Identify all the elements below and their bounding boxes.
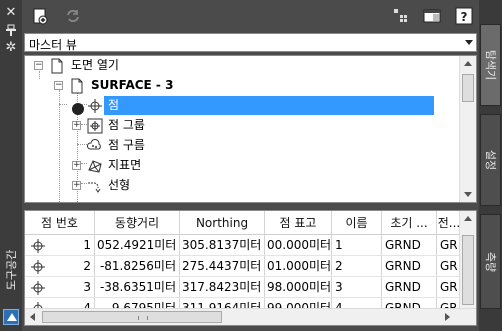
collapse-icon[interactable]: −	[54, 81, 63, 90]
column-header-northing[interactable]: Northing	[180, 211, 265, 234]
column-header-full-description[interactable]: 전...	[437, 211, 461, 234]
table-row[interactable]: 3 -38.6351미터 317.8423미터 98.000미터 3 GRND …	[25, 277, 461, 298]
table-row[interactable]: 1 052.4921미터 305.8137미터 00.000미터 1 GRND …	[25, 235, 461, 256]
tree-node-label: 점 구름	[108, 138, 145, 152]
scroll-left-icon[interactable]	[30, 313, 35, 321]
cell-easting: 052.4921미터	[95, 235, 180, 255]
drawing-icon	[69, 78, 85, 94]
surface-icon	[87, 158, 103, 174]
tree-node-point-clouds[interactable]: 점 구름	[25, 136, 445, 155]
tree-node-alignments[interactable]: + 선형	[25, 176, 445, 195]
view-select-value: 마스터 뷰	[29, 38, 77, 52]
prospector-panel: ? 마스터 뷰 − 도면 열기 − SURFACE - 3 점 + 점 그룹 점…	[22, 0, 479, 331]
cell-name: 3	[332, 277, 382, 297]
collapse-icon[interactable]: −	[34, 61, 43, 70]
point-icon	[30, 280, 46, 296]
refresh-icon[interactable]	[64, 7, 82, 25]
scroll-up-icon[interactable]	[464, 216, 472, 221]
auto-hide-icon[interactable]	[3, 22, 19, 38]
new-item-icon[interactable]	[31, 7, 49, 25]
tree-node-label: 지표면	[108, 158, 142, 172]
cell-elevation: 01.000미터	[265, 256, 332, 276]
view-select[interactable]: 마스터 뷰	[24, 33, 477, 52]
grip-icon	[138, 316, 148, 320]
tab-prospector[interactable]: 탐색기	[480, 24, 501, 106]
grid-header: 점 번호 동향거리 Northing 점 표고 이름 초기 ... 전...	[25, 211, 461, 235]
scroll-thumb[interactable]	[462, 235, 474, 305]
column-header-raw-description[interactable]: 초기 ...	[382, 211, 437, 234]
cell-full-description: GR	[440, 259, 458, 273]
palette-tabs: 탐색기 설정 측량	[479, 0, 502, 331]
expand-icon[interactable]: +	[72, 161, 81, 170]
tree-node-label: 도면 열기	[71, 58, 119, 72]
point-icon	[30, 259, 46, 275]
preview-toggle-icon[interactable]	[392, 7, 410, 25]
chevron-down-icon[interactable]	[465, 40, 473, 45]
tree-vertical-scrollbar[interactable]	[459, 56, 476, 202]
close-icon[interactable]: ✕	[3, 5, 19, 21]
expand-icon[interactable]: +	[72, 121, 81, 130]
points-list-view: 점 번호 동향거리 Northing 점 표고 이름 초기 ... 전... 1…	[24, 210, 477, 326]
tree-node-surfaces[interactable]: + 지표면	[25, 156, 445, 175]
cell-northing: 305.8137미터	[180, 235, 265, 255]
grid-horizontal-scrollbar[interactable]	[25, 308, 476, 325]
tree-node-label: 점	[104, 96, 124, 115]
drawings-icon	[49, 58, 65, 74]
item-view-icon[interactable]	[423, 7, 441, 25]
point-icon	[87, 98, 103, 114]
tab-survey[interactable]: 측량	[480, 214, 501, 309]
scroll-down-icon[interactable]	[464, 192, 472, 197]
cell-elevation: 98.000미터	[265, 277, 332, 297]
cell-easting: -38.6351미터	[95, 277, 180, 297]
cell-full-description: GR	[440, 280, 458, 294]
cell-full-description: GR	[440, 238, 458, 252]
help-icon[interactable]: ?	[455, 7, 473, 25]
cell-raw-description: GRND	[382, 256, 437, 276]
cell-northing: 317.8423미터	[180, 277, 265, 297]
table-row[interactable]: 2 -81.8256미터 275.4437미터 01.000미터 2 GRND …	[25, 256, 461, 277]
scroll-right-icon[interactable]	[445, 313, 450, 321]
tab-settings[interactable]: 설정	[480, 114, 501, 206]
scroll-up-icon[interactable]	[464, 61, 472, 66]
column-header-easting[interactable]: 동향거리	[95, 211, 180, 234]
point-cloud-icon	[87, 138, 103, 154]
tree-node-label: SURFACE - 3	[91, 78, 174, 92]
column-header-name[interactable]: 이름	[332, 211, 382, 234]
tree-node-open-drawings[interactable]: − 도면 열기	[25, 56, 445, 75]
svg-text:?: ?	[461, 10, 468, 24]
alignment-icon	[87, 178, 103, 194]
tree-node-point-groups[interactable]: + 점 그룹	[25, 116, 445, 135]
cell-raw-description: GRND	[382, 277, 437, 297]
tree-node-points[interactable]: 점	[25, 96, 445, 115]
tree-node-label: 선형	[108, 178, 131, 192]
cell-point-number: 1	[25, 235, 95, 255]
cell-elevation: 00.000미터	[265, 235, 332, 255]
tree-node-surface-3[interactable]: − SURFACE - 3	[25, 76, 445, 95]
cell-northing: 275.4437미터	[180, 256, 265, 276]
toolbar: ?	[22, 0, 479, 33]
scroll-thumb[interactable]	[462, 74, 474, 102]
civil3d-logo-icon	[3, 309, 19, 325]
grid-vertical-scrollbar[interactable]	[459, 211, 476, 309]
scroll-thumb[interactable]	[42, 311, 222, 323]
palette-title: 도구공간	[5, 249, 18, 291]
point-group-icon	[87, 118, 103, 134]
cell-raw-description: GRND	[382, 235, 437, 255]
cell-easting: -81.8256미터	[95, 256, 180, 276]
column-header-point-number[interactable]: 점 번호	[25, 211, 95, 234]
cell-point-number: 2	[25, 256, 95, 276]
point-icon	[30, 238, 46, 254]
cell-name: 2	[332, 256, 382, 276]
properties-icon[interactable]: ✲	[3, 40, 19, 56]
palette-title-strip: ✕ ✲ 도구공간	[0, 0, 22, 331]
tree-node-label: 점 그룹	[108, 118, 145, 132]
cell-point-number: 3	[25, 277, 95, 297]
bullet-icon	[70, 101, 84, 115]
cell-name: 1	[332, 235, 382, 255]
prospector-tree: − 도면 열기 − SURFACE - 3 점 + 점 그룹 점 구름 + 지표…	[24, 55, 477, 203]
expand-icon[interactable]: +	[72, 181, 81, 190]
column-header-elevation[interactable]: 점 표고	[265, 211, 332, 234]
